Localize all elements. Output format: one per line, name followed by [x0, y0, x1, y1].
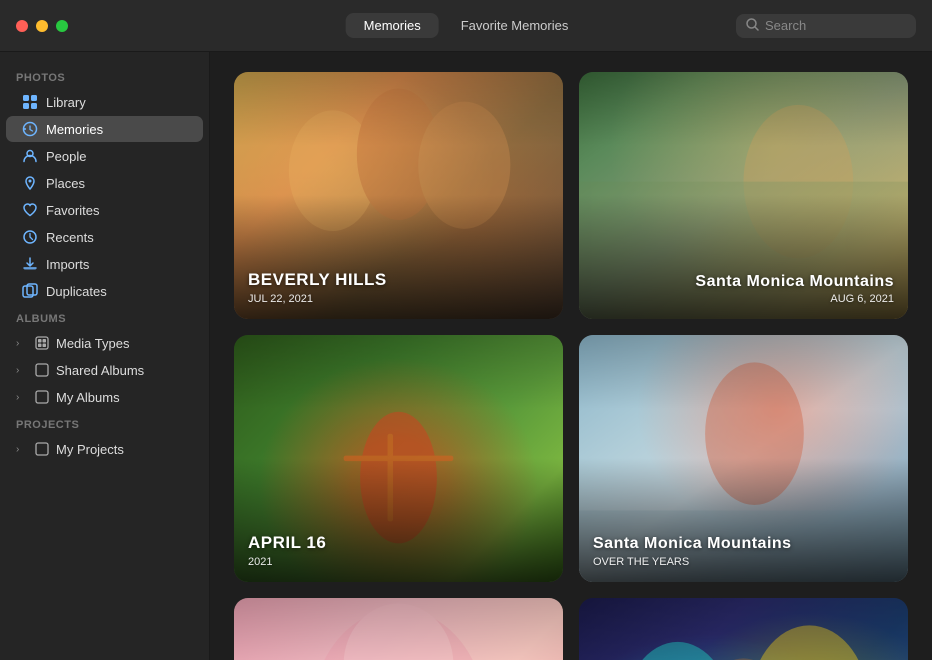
card-text-3: APRIL 16 2021 [248, 533, 549, 567]
places-label: Places [46, 176, 85, 191]
memory-card-beverly-hills-jul28[interactable]: Beverly Hills JUL 28, 2021 [234, 598, 563, 660]
card-title-4: Santa Monica Mountains [593, 534, 894, 553]
my-projects-label: My Projects [56, 442, 124, 457]
chevron-right-icon: › [16, 338, 28, 349]
my-albums-label: My Albums [56, 390, 120, 405]
memory-grid: BEVERLY HILLS JUL 22, 2021 Santa Monica … [234, 72, 908, 660]
media-types-icon [34, 335, 50, 351]
search-icon [746, 18, 759, 34]
favorites-icon [22, 202, 38, 218]
chevron-right-icon-2: › [16, 365, 28, 376]
sidebar-item-places[interactable]: Places [6, 170, 203, 196]
sidebar-item-people[interactable]: People [6, 143, 203, 169]
chevron-right-icon-4: › [16, 444, 28, 455]
window-buttons [16, 20, 68, 32]
titlebar-tabs: Memories Favorite Memories [346, 13, 587, 38]
card-subtitle-1: JUL 22, 2021 [248, 293, 549, 305]
library-label: Library [46, 95, 86, 110]
card-text-1: BEVERLY HILLS JUL 22, 2021 [248, 270, 549, 304]
main-layout: Photos Library Memories [0, 52, 932, 660]
chevron-right-icon-3: › [16, 392, 28, 403]
duplicates-icon [22, 283, 38, 299]
sidebar-item-imports[interactable]: Imports [6, 251, 203, 277]
card-text-2: Santa Monica Mountains AUG 6, 2021 [695, 272, 894, 305]
card-text-4: Santa Monica Mountains OVER THE YEARS [593, 534, 894, 567]
recents-icon [22, 229, 38, 245]
card-overlay-top-6 [579, 598, 908, 660]
card-title-1: BEVERLY HILLS [248, 270, 549, 290]
content-area: BEVERLY HILLS JUL 22, 2021 Santa Monica … [210, 52, 932, 660]
my-projects-icon [34, 441, 50, 457]
my-albums-icon [34, 389, 50, 405]
sidebar-item-duplicates[interactable]: Duplicates [6, 278, 203, 304]
shared-albums-label: Shared Albums [56, 363, 144, 378]
sidebar-group-shared-albums[interactable]: › Shared Albums [6, 357, 203, 383]
card-overlay-top-3 [234, 335, 563, 409]
places-icon [22, 175, 38, 191]
imports-icon [22, 256, 38, 272]
card-title-2: Santa Monica Mountains [695, 272, 894, 291]
shared-albums-icon [34, 362, 50, 378]
close-button[interactable] [16, 20, 28, 32]
card-title-3: APRIL 16 [248, 533, 549, 553]
sidebar-item-memories[interactable]: Memories [6, 116, 203, 142]
media-types-label: Media Types [56, 336, 129, 351]
sidebar-item-recents[interactable]: Recents [6, 224, 203, 250]
duplicates-label: Duplicates [46, 284, 107, 299]
photos-section-label: Photos [0, 64, 209, 88]
memories-icon [22, 121, 38, 137]
albums-section-label: Albums [0, 305, 209, 329]
card-overlay-top-4 [579, 335, 908, 409]
sidebar-group-my-albums[interactable]: › My Albums [6, 384, 203, 410]
titlebar: Memories Favorite Memories [0, 0, 932, 52]
memory-card-april-16[interactable]: APRIL 16 2021 [234, 335, 563, 582]
memory-card-santa-monica-years[interactable]: Santa Monica Mountains OVER THE YEARS [579, 335, 908, 582]
sidebar: Photos Library Memories [0, 52, 210, 660]
card-overlay-top-5 [234, 598, 563, 660]
card-overlay-top-1 [234, 72, 563, 146]
search-input[interactable] [765, 18, 905, 33]
favorites-label: Favorites [46, 203, 99, 218]
recents-label: Recents [46, 230, 94, 245]
tab-favorite-memories[interactable]: Favorite Memories [443, 13, 587, 38]
card-overlay-top-2 [579, 72, 908, 146]
card-subtitle-4: OVER THE YEARS [593, 556, 894, 568]
memory-card-santa-monica[interactable]: Santa Monica Mountains AUG 6, 2021 [579, 72, 908, 319]
tab-memories[interactable]: Memories [346, 13, 439, 38]
memories-label: Memories [46, 122, 103, 137]
imports-label: Imports [46, 257, 89, 272]
maximize-button[interactable] [56, 20, 68, 32]
sidebar-item-favorites[interactable]: Favorites [6, 197, 203, 223]
sidebar-item-library[interactable]: Library [6, 89, 203, 115]
people-icon [22, 148, 38, 164]
card-subtitle-3: 2021 [248, 556, 549, 568]
projects-section-label: Projects [0, 411, 209, 435]
library-icon [22, 94, 38, 110]
minimize-button[interactable] [36, 20, 48, 32]
sidebar-group-my-projects[interactable]: › My Projects [6, 436, 203, 462]
search-bar [736, 14, 916, 38]
sidebar-group-media-types[interactable]: › Media Types [6, 330, 203, 356]
card-subtitle-2: AUG 6, 2021 [695, 293, 894, 305]
people-label: People [46, 149, 86, 164]
memory-card-colorful[interactable] [579, 598, 908, 660]
memory-card-beverly-hills-jul[interactable]: BEVERLY HILLS JUL 22, 2021 [234, 72, 563, 319]
